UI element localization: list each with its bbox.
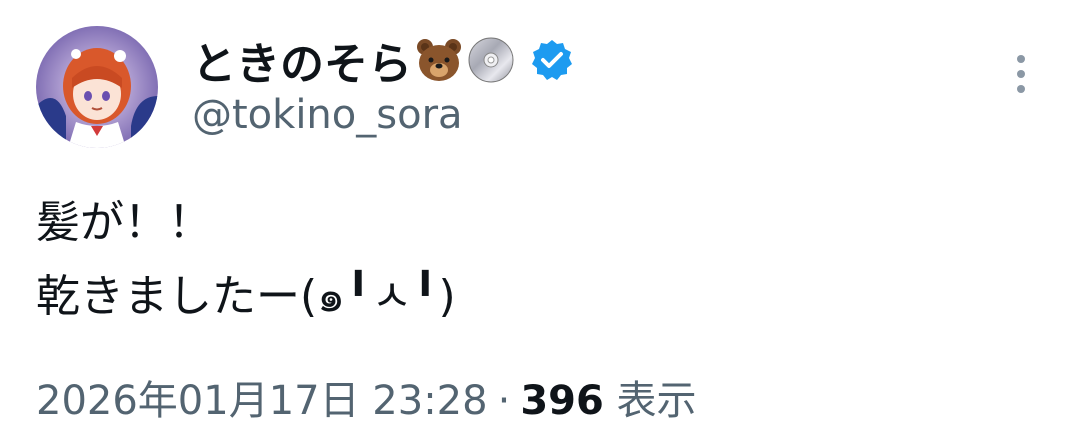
- tweet-card: ときのそら @tokino_sora 髪が！！ 乾きましたー(๑╹ㅅ╹) 202…: [0, 0, 1080, 448]
- optical-disc-emoji: [466, 35, 516, 85]
- display-name[interactable]: ときのそら: [192, 28, 412, 92]
- avatar[interactable]: [36, 26, 158, 148]
- tweet-text-line: 髪が！！: [36, 197, 212, 248]
- verified-badge-icon[interactable]: [530, 38, 574, 82]
- bear-face-emoji: [414, 35, 464, 85]
- view-count: 396: [520, 378, 604, 424]
- tweet-text: 髪が！！ 乾きましたー(๑╹ㅅ╹): [36, 186, 456, 334]
- timestamp[interactable]: 2026年01月17日 23:28: [36, 378, 488, 424]
- tweet-text-line: 乾きましたー(๑╹ㅅ╹): [36, 271, 456, 322]
- author-name-row[interactable]: ときのそら: [192, 28, 574, 92]
- author-handle[interactable]: @tokino_sora: [192, 92, 463, 138]
- meta-separator: ·: [497, 378, 511, 424]
- tweet-meta: 2026年01月17日 23:28 · 396 表示: [36, 368, 697, 426]
- more-vertical-icon[interactable]: [1004, 50, 1038, 100]
- view-label: 表示: [616, 378, 697, 424]
